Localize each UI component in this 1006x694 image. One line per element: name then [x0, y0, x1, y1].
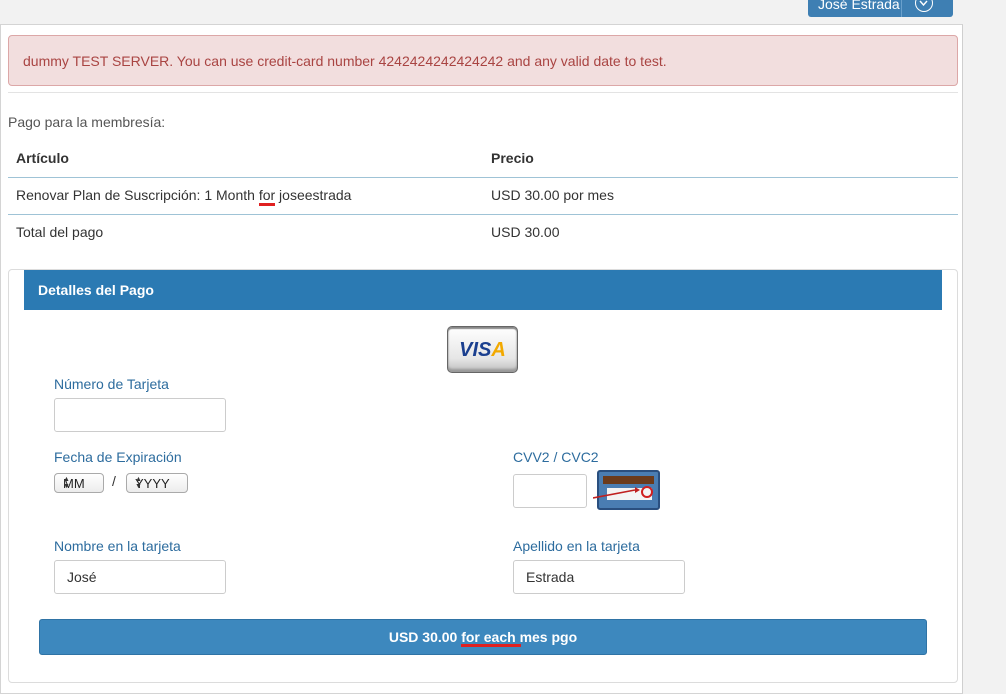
table-row: Renovar Plan de Suscripción: 1 Month for… — [8, 177, 958, 215]
expiration-label: Fecha de Expiración — [54, 449, 182, 465]
column-header-price: Precio — [491, 150, 534, 166]
alert-text: dummy TEST SERVER. You can use credit-ca… — [23, 53, 667, 69]
highlighted-word: for — [258, 187, 276, 206]
total-label: Total del pago — [16, 224, 104, 240]
submit-payment-label: USD 30.00 for each mes pgo — [388, 629, 578, 645]
item-cell: Renovar Plan de Suscripción: 1 Month for… — [16, 187, 352, 206]
date-separator: / — [112, 473, 116, 489]
price-cell: USD 30.00 por mes — [491, 187, 614, 203]
select-arrows-icon: ▲ ▼ — [135, 476, 142, 490]
payment-details-header: Detalles del Pago — [24, 270, 942, 310]
table-header-row: Artículo Precio — [8, 140, 958, 178]
cvv-input[interactable] — [513, 474, 587, 508]
visa-logo-text: VIS — [459, 339, 492, 361]
user-menu-divider — [901, 0, 902, 17]
chevron-down-icon[interactable] — [915, 0, 933, 12]
first-name-input[interactable] — [54, 560, 226, 594]
item-prefix: Renovar Plan de Suscripción: 1 Month — [16, 187, 259, 203]
select-arrows-icon: ▲ ▼ — [63, 476, 70, 490]
last-name-label: Apellido en la tarjeta — [513, 538, 640, 554]
test-server-alert: dummy TEST SERVER. You can use credit-ca… — [8, 35, 958, 86]
divider — [8, 92, 958, 93]
expiration-year-select[interactable]: YYYY ▲ ▼ — [126, 473, 188, 493]
table-row-total: Total del pago USD 30.00 — [8, 214, 958, 251]
item-suffix: joseestrada — [275, 187, 352, 203]
card-number-label: Número de Tarjeta — [54, 376, 169, 392]
membership-subtitle: Pago para la membresía: — [8, 114, 166, 130]
column-header-item: Artículo — [16, 150, 69, 166]
visa-logo-accent: A — [491, 339, 506, 361]
user-name: José Estrada — [818, 0, 900, 12]
expiration-month-select[interactable]: MM ▲ ▼ — [54, 473, 104, 493]
first-name-label: Nombre en la tarjeta — [54, 538, 181, 554]
submit-payment-button[interactable]: USD 30.00 for each mes pgo — [39, 619, 927, 655]
card-number-input[interactable] — [54, 398, 226, 432]
total-price: USD 30.00 — [491, 224, 560, 240]
user-menu[interactable]: José Estrada — [808, 0, 953, 17]
cvv-label: CVV2 / CVC2 — [513, 449, 599, 465]
visa-card-logo: VISA — [447, 326, 518, 373]
cvv-card-icon — [593, 470, 660, 510]
last-name-input[interactable] — [513, 560, 685, 594]
payment-details-title: Detalles del Pago — [38, 282, 154, 298]
annotation-underline — [461, 644, 521, 647]
